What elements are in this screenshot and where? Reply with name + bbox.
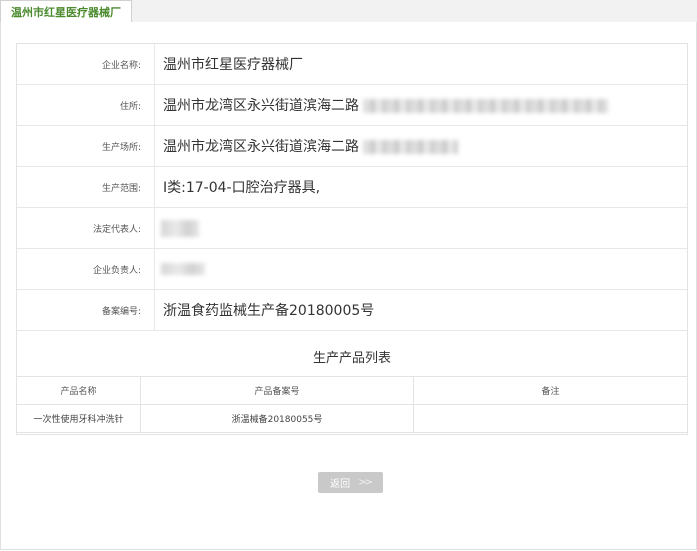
label-production-scope: 生产范围: [17, 166, 155, 208]
value-production-site: 温州市龙湾区永兴街道滨海二路 [163, 139, 359, 155]
value-company-name: 温州市红星医疗器械厂 [154, 44, 687, 85]
col-header-remark: 备注 [413, 377, 687, 405]
value-production-scope: Ⅰ类:17-04-口腔治疗器具, [154, 166, 687, 208]
cell-record-no: 浙温械备20180055号 [140, 404, 414, 433]
label-company-name: 企业名称: [17, 44, 155, 85]
table-row: 一次性使用牙科冲洗针 浙温械备20180055号 [17, 404, 687, 433]
redacted-legal-rep [161, 219, 199, 237]
value-production-site-cell: 温州市龙湾区永兴街道滨海二路 [154, 125, 687, 167]
back-button-label: 返回 [330, 479, 351, 490]
info-row-legal-rep: 法定代表人: [17, 207, 687, 249]
redacted-address-detail [363, 99, 608, 113]
info-row-record-no: 备案编号: 浙温食药监械生产备20180005号 [17, 289, 687, 331]
redacted-responsible-person [161, 263, 205, 275]
value-address: 温州市龙湾区永兴街道滨海二路 [163, 98, 359, 114]
value-responsible-person-cell [154, 248, 687, 290]
info-row-address: 住所: 温州市龙湾区永兴街道滨海二路 [17, 84, 687, 126]
tab-company[interactable]: 温州市红星医疗器械厂 [0, 0, 132, 22]
col-header-record-no: 产品备案号 [140, 377, 414, 405]
cell-product-name: 一次性使用牙科冲洗针 [17, 404, 141, 433]
value-address-cell: 温州市龙湾区永兴街道滨海二路 [154, 84, 687, 126]
label-legal-rep: 法定代表人: [17, 207, 155, 249]
company-info-table: 企业名称: 温州市红星医疗器械厂 住所: 温州市龙湾区永兴街道滨海二路 生产场所… [17, 44, 687, 331]
info-row-production-site: 生产场所: 温州市龙湾区永兴街道滨海二路 [17, 125, 687, 167]
product-table: 产品名称 产品备案号 备注 一次性使用牙科冲洗针 浙温械备20180055号 [17, 377, 687, 433]
product-list-title: 生产产品列表 [17, 336, 687, 377]
label-production-site: 生产场所: [17, 125, 155, 167]
info-row-production-scope: 生产范围: Ⅰ类:17-04-口腔治疗器具, [17, 166, 687, 208]
value-record-no: 浙温食药监械生产备20180005号 [154, 289, 687, 331]
label-address: 住所: [17, 84, 155, 126]
info-row-company-name: 企业名称: 温州市红星医疗器械厂 [17, 44, 687, 85]
company-detail-card: 企业名称: 温州市红星医疗器械厂 住所: 温州市龙湾区永兴街道滨海二路 生产场所… [16, 43, 688, 435]
double-chevron-right-icon: >> [358, 477, 373, 488]
cell-remark [413, 404, 687, 433]
back-button[interactable]: 返回 >> [318, 472, 383, 493]
redacted-site-detail [363, 140, 458, 154]
label-record-no: 备案编号: [17, 289, 155, 331]
col-header-product-name: 产品名称 [17, 377, 141, 405]
info-row-responsible-person: 企业负责人: [17, 248, 687, 290]
value-legal-rep-cell [154, 207, 687, 249]
tab-bar: 温州市红星医疗器械厂 [0, 0, 697, 23]
product-table-header: 产品名称 产品备案号 备注 [17, 377, 687, 405]
label-responsible-person: 企业负责人: [17, 248, 155, 290]
